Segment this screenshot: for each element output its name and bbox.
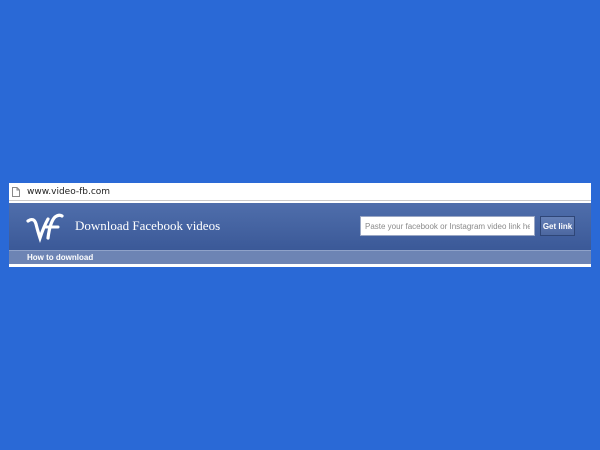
site-title: Download Facebook videos <box>75 218 221 233</box>
site-header: Download Facebook videos Get link <box>9 203 591 250</box>
page-icon <box>11 186 21 198</box>
video-link-input[interactable] <box>360 216 535 236</box>
address-bar[interactable]: www.video-fb.com <box>9 183 591 201</box>
vf-logo-icon[interactable] <box>25 210 65 244</box>
get-link-button[interactable]: Get link <box>540 216 575 236</box>
browser-window: www.video-fb.com Download Facebook video… <box>9 183 591 267</box>
url-text[interactable]: www.video-fb.com <box>27 187 110 197</box>
how-to-download-link[interactable]: How to download <box>27 253 93 262</box>
divider <box>9 264 591 267</box>
nav-bar: How to download <box>9 250 591 264</box>
